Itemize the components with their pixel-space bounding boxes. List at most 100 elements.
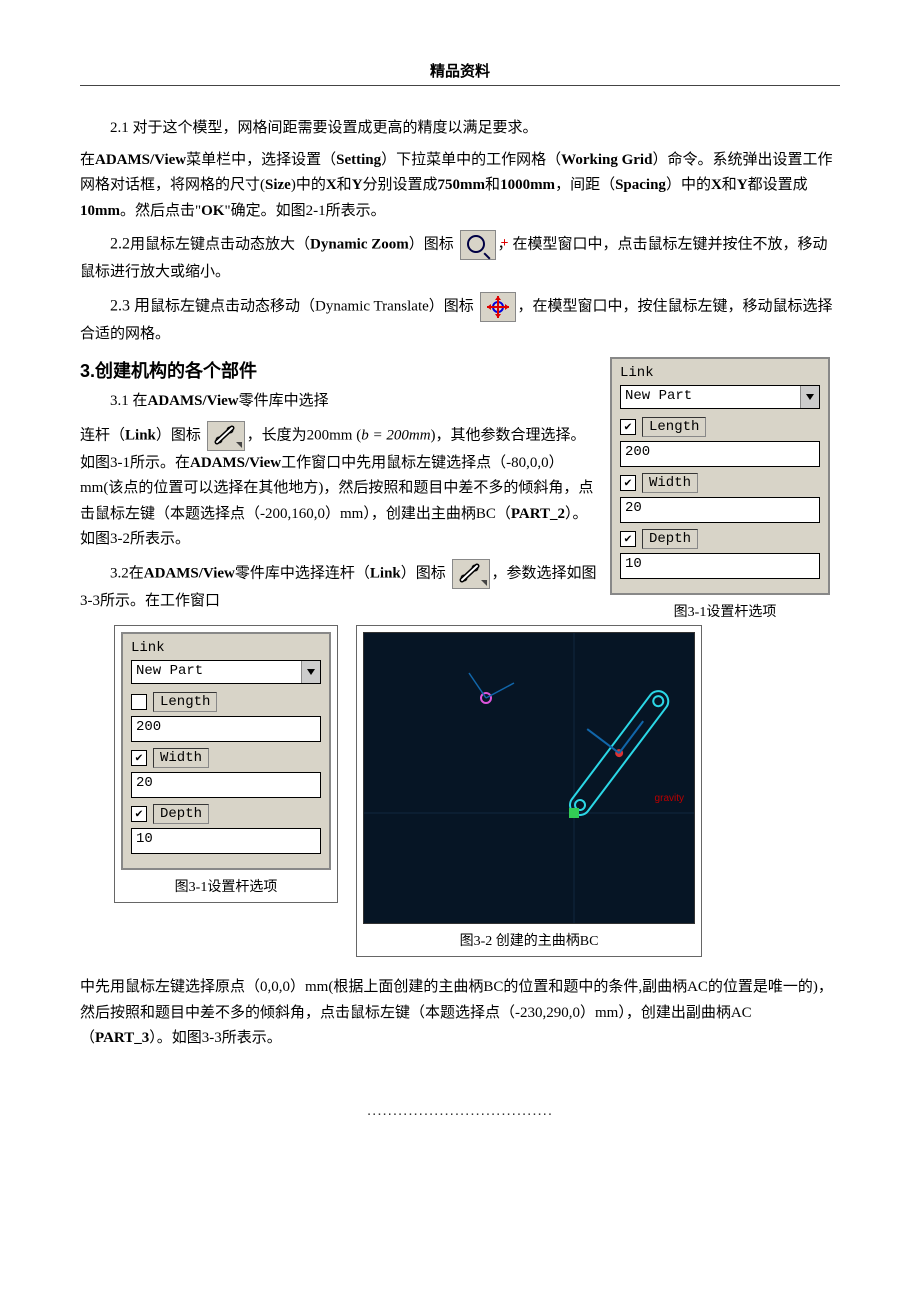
width-input-2[interactable]: 20 xyxy=(131,772,321,798)
link-options-panel-1: Link New Part ✔ Length 200 ✔ Width 20 ✔ xyxy=(610,357,830,595)
label-working-grid: Working Grid xyxy=(561,152,652,168)
panel-title: Link xyxy=(620,365,820,381)
gravity-label: gravity xyxy=(655,793,684,804)
label-x: X xyxy=(326,177,337,193)
label-750: 750mm xyxy=(438,177,486,193)
paragraph-end: 中先用鼠标左键选择原点（0,0,0）mm(根据上面创建的主曲柄BC的位置和题中的… xyxy=(80,975,840,1052)
width-checkbox[interactable]: ✔ xyxy=(620,475,636,491)
label-setting: Setting xyxy=(336,152,381,168)
dynamic-translate-icon[interactable] xyxy=(480,292,516,322)
label-ok: OK xyxy=(201,203,224,219)
label-x2: X xyxy=(711,177,722,193)
label-10mm: 10mm xyxy=(80,203,120,219)
label-dynamic-translate: Dynamic Translate xyxy=(315,298,429,314)
text: 和 xyxy=(337,177,352,193)
text: ）图标 xyxy=(429,298,474,314)
length-input-2[interactable]: 200 xyxy=(131,716,321,742)
label-part3: PART_3 xyxy=(95,1030,149,1046)
cad-model-view[interactable]: gravity xyxy=(363,632,695,924)
text: 用鼠标左键点击动态放大（ xyxy=(130,236,310,252)
width-input[interactable]: 20 xyxy=(620,497,820,523)
label-part2: PART_2 xyxy=(511,506,565,522)
dynamic-zoom-icon[interactable]: + xyxy=(460,230,496,260)
footer-dots: .................................... xyxy=(80,1102,840,1119)
paragraph-2-3: 2.3 用鼠标左键点击动态移动（Dynamic Translate）图标 ，在模… xyxy=(80,292,840,348)
link-options-panel-2: Link New Part Length 200 ✔ Width 20 ✔ D xyxy=(121,632,331,870)
label-y2: Y xyxy=(737,177,748,193)
text: 2.2 xyxy=(110,235,130,252)
text: ）下拉菜单中的工作网格（ xyxy=(381,152,561,168)
text: 和 xyxy=(485,177,500,193)
label-1000: 1000mm xyxy=(500,177,555,193)
label-adams-4: ADAMS/View xyxy=(144,565,235,581)
depth-input[interactable]: 10 xyxy=(620,553,820,579)
part-type-combo[interactable]: New Part xyxy=(620,385,820,409)
text: 都设置成 xyxy=(748,177,808,193)
figure-3-1-caption-right: 图3-1设置杆选项 xyxy=(610,601,840,621)
combo-value-2: New Part xyxy=(132,661,301,683)
paragraph-2-1: 2.1 对于这个模型，网格间距需要设置成更高的精度以满足要求。 xyxy=(80,116,840,142)
combo-dropdown-button[interactable] xyxy=(800,386,819,408)
label-link-2: Link xyxy=(370,565,401,581)
width-checkbox-2[interactable]: ✔ xyxy=(131,750,147,766)
label-spacing: Spacing xyxy=(615,177,666,193)
label-size: Size xyxy=(265,177,291,193)
text: 和 xyxy=(722,177,737,193)
length-input[interactable]: 200 xyxy=(620,441,820,467)
depth-row-2: ✔ Depth xyxy=(131,804,321,824)
label-adams-2: ADAMS/View xyxy=(148,393,239,409)
depth-checkbox[interactable]: ✔ xyxy=(620,531,636,547)
text: ）图标 xyxy=(156,427,201,443)
text: )中的 xyxy=(291,177,326,193)
length-label-2: Length xyxy=(153,692,217,712)
text: ）。如图3-3所表示。 xyxy=(149,1030,282,1046)
label-adams-3: ADAMS/View xyxy=(190,455,281,471)
depth-label: Depth xyxy=(642,529,698,549)
depth-input-2[interactable]: 10 xyxy=(131,828,321,854)
figure-row: Link New Part Length 200 ✔ Width 20 ✔ D xyxy=(110,621,840,961)
length-checkbox[interactable]: ✔ xyxy=(620,419,636,435)
text: ，长度为200mm ( xyxy=(247,427,362,443)
text: ）图标 xyxy=(401,565,446,581)
text: "确定。如图2-1所表示。 xyxy=(224,203,385,219)
label-adams: ADAMS/View xyxy=(95,152,186,168)
depth-checkbox-2[interactable]: ✔ xyxy=(131,806,147,822)
text: 零件库中选择 xyxy=(239,393,329,409)
figure-3-1-caption-left: 图3-1设置杆选项 xyxy=(121,876,331,896)
text: 零件库中选择连杆（ xyxy=(235,565,370,581)
width-row: ✔ Width xyxy=(620,473,820,493)
depth-row: ✔ Depth xyxy=(620,529,820,549)
text: ，间距（ xyxy=(555,177,615,193)
length-row-2: Length xyxy=(131,692,321,712)
label-dynamic-zoom: Dynamic Zoom xyxy=(310,236,409,252)
text: 2.1 对于这个模型，网格间距需要设置成更高的精度以满足要求。 xyxy=(110,120,538,136)
figure-3-1-right: Link New Part ✔ Length 200 ✔ Width 20 ✔ xyxy=(610,357,840,621)
width-label: Width xyxy=(642,473,698,493)
figure-3-1-left-wrap: Link New Part Length 200 ✔ Width 20 ✔ D xyxy=(114,625,338,903)
text: 连杆（ xyxy=(80,427,125,443)
paragraph-2-2: 2.2用鼠标左键点击动态放大（Dynamic Zoom）图标 +，在模型窗口中，… xyxy=(80,230,840,286)
panel-title-2: Link xyxy=(131,640,321,656)
formula-b-200: b = 200mm xyxy=(361,427,430,443)
combo-dropdown-button-2[interactable] xyxy=(301,661,320,683)
depth-label-2: Depth xyxy=(153,804,209,824)
document-page: 精品资料 2.1 对于这个模型，网格间距需要设置成更高的精度以满足要求。 在AD… xyxy=(0,0,920,1159)
figure-3-2-wrap: gravity 图3-2 创建的主曲柄BC xyxy=(356,625,702,957)
text: 。然后点击" xyxy=(120,203,201,219)
length-checkbox-2[interactable] xyxy=(131,694,147,710)
text: ）图标 xyxy=(409,236,454,252)
text: 3.2在 xyxy=(110,565,144,581)
text: 3.1 在 xyxy=(110,393,148,409)
width-label-2: Width xyxy=(153,748,209,768)
figure-3-2-caption: 图3-2 创建的主曲柄BC xyxy=(363,930,695,950)
text: 鼠标左键点击动态移动（ xyxy=(150,298,315,314)
paragraph-2-1b: 在ADAMS/View菜单栏中，选择设置（Setting）下拉菜单中的工作网格（… xyxy=(80,148,840,225)
text: 在 xyxy=(80,152,95,168)
part-type-combo-2[interactable]: New Part xyxy=(131,660,321,684)
link-tool-icon-2[interactable] xyxy=(452,559,490,589)
text: 2.3 用 xyxy=(110,297,150,314)
text: 分别设置成 xyxy=(363,177,438,193)
link-tool-icon[interactable] xyxy=(207,421,245,451)
text: 菜单栏中，选择设置（ xyxy=(186,152,336,168)
text: ）中的 xyxy=(666,177,711,193)
